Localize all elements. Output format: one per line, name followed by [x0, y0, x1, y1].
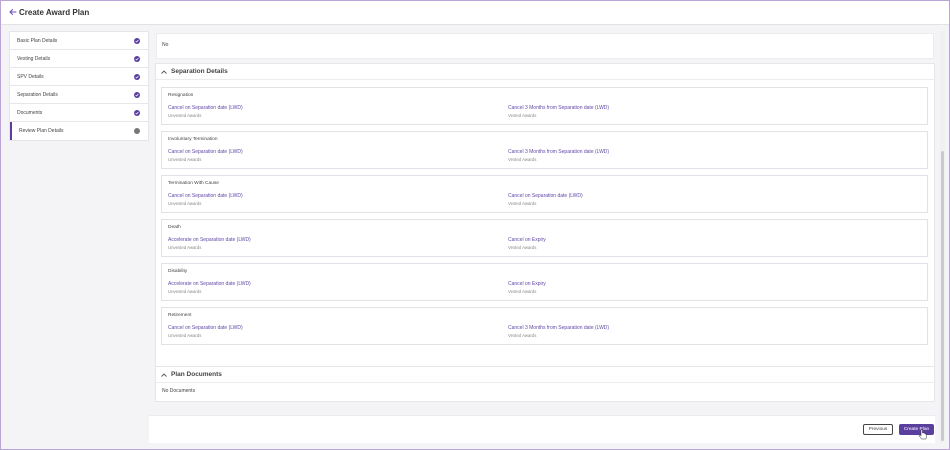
- vested-value: Cancel 3 Months from Separation date (LW…: [508, 325, 610, 331]
- check-circle-icon: [134, 110, 140, 116]
- vested-label: Vested Awards: [508, 157, 537, 162]
- vested-value: Cancel on Separation date (LWD): [508, 193, 583, 199]
- scrollbar-thumb[interactable]: [941, 151, 944, 441]
- card-title: Involuntary Termination: [168, 137, 218, 142]
- unvested-label: Unvested Awards: [168, 245, 202, 250]
- sidebar-item-label: Review Plan Details: [19, 128, 64, 134]
- unvested-value: Cancel on Separation date (LWD): [168, 149, 243, 155]
- unvested-value: Accelerate on Separation date (LWD): [168, 237, 251, 243]
- sidebar-item-basic-plan-details[interactable]: Basic Plan Details: [10, 32, 148, 50]
- sidebar-item-vesting-details[interactable]: Vesting Details: [10, 50, 148, 68]
- sidebar-item-label: Documents: [17, 109, 43, 116]
- action-footer: Previous Create Plan: [149, 415, 935, 443]
- sidebar-item-documents[interactable]: Documents: [10, 104, 148, 122]
- separation-card-disability: Disability Accelerate on Separation date…: [161, 263, 928, 301]
- unvested-value: Cancel on Separation date (LWD): [168, 193, 243, 199]
- separation-card-retirement: Retirement Cancel on Separation date (LW…: [161, 307, 928, 345]
- separation-card-death: Death Accelerate on Separation date (LWD…: [161, 219, 928, 257]
- unvested-label: Unvested Awards: [168, 289, 202, 294]
- section-title: Separation Details: [171, 68, 228, 75]
- current-step-icon: [134, 128, 140, 134]
- unvested-label: Unvested Awards: [168, 201, 202, 206]
- chevron-up-icon[interactable]: [160, 68, 168, 76]
- unvested-value: Cancel on Separation date (LWD): [168, 105, 243, 111]
- sidebar-item-label: SPV Details: [17, 73, 44, 80]
- section-header[interactable]: Separation Details: [156, 64, 934, 80]
- section-header[interactable]: Plan Documents: [156, 367, 934, 383]
- page-title: Create Award Plan: [19, 8, 90, 17]
- card-title: Retirement: [168, 313, 192, 318]
- chevron-up-icon[interactable]: [160, 371, 168, 379]
- top-bar: Create Award Plan: [1, 1, 949, 25]
- field-value: No: [162, 42, 169, 48]
- sidebar-item-label: Separation Details: [17, 91, 58, 98]
- card-title: Death: [168, 225, 181, 230]
- unvested-value: Accelerate on Separation date (LWD): [168, 281, 251, 287]
- unvested-label: Unvested Awards: [168, 333, 202, 338]
- app-window: Create Award Plan Basic Plan Details Ves…: [0, 0, 950, 450]
- create-plan-button[interactable]: Create Plan: [899, 424, 934, 435]
- check-circle-icon: [134, 92, 140, 98]
- sidebar-item-label: Basic Plan Details: [17, 37, 58, 44]
- vertical-scrollbar[interactable]: [940, 31, 945, 443]
- plan-documents-section: Plan Documents No Documents: [155, 366, 935, 402]
- unvested-label: Unvested Awards: [168, 157, 202, 162]
- sidebar-item-spv-details[interactable]: SPV Details: [10, 68, 148, 86]
- separation-card-involuntary-termination: Involuntary Termination Cancel on Separa…: [161, 131, 928, 169]
- step-sidebar: Basic Plan Details Vesting Details SPV D…: [9, 31, 149, 141]
- vested-value: Cancel on Expiry: [508, 281, 546, 287]
- back-arrow-icon[interactable]: [8, 7, 18, 17]
- main-content: No Separation Details Resignation Cancel…: [149, 27, 941, 447]
- unvested-value: Cancel on Separation date (LWD): [168, 325, 243, 331]
- vested-value: Cancel 3 Months from Separation date (LW…: [508, 105, 610, 111]
- vested-label: Vested Awards: [508, 245, 537, 250]
- unvested-label: Unvested Awards: [168, 113, 202, 118]
- vested-label: Vested Awards: [508, 201, 537, 206]
- card-title: Disability: [168, 269, 188, 274]
- vested-value: Cancel on Expiry: [508, 237, 546, 243]
- sidebar-item-label: Vesting Details: [17, 55, 51, 62]
- card-title: Resignation: [168, 93, 194, 98]
- previous-section-panel: No: [156, 33, 934, 59]
- hand-cursor-icon: [918, 429, 927, 440]
- sidebar-item-review-plan-details[interactable]: Review Plan Details: [10, 122, 148, 140]
- separation-card-resignation: Resignation Cancel on Separation date (L…: [161, 87, 928, 125]
- separation-details-section: Separation Details Resignation Cancel on…: [155, 63, 935, 383]
- vested-value: Cancel 3 Months from Separation date (LW…: [508, 149, 610, 155]
- no-documents-text: No Documents: [162, 388, 196, 394]
- check-circle-icon: [134, 74, 140, 80]
- check-circle-icon: [134, 38, 140, 44]
- previous-button[interactable]: Previous: [863, 424, 893, 435]
- check-circle-icon: [134, 56, 140, 62]
- separation-card-termination-with-cause: Termination With Cause Cancel on Separat…: [161, 175, 928, 213]
- sidebar-item-separation-details[interactable]: Separation Details: [10, 86, 148, 104]
- vested-label: Vested Awards: [508, 333, 537, 338]
- card-title: Termination With Cause: [168, 181, 219, 186]
- vested-label: Vested Awards: [508, 113, 537, 118]
- vested-label: Vested Awards: [508, 289, 537, 294]
- section-title: Plan Documents: [171, 371, 222, 378]
